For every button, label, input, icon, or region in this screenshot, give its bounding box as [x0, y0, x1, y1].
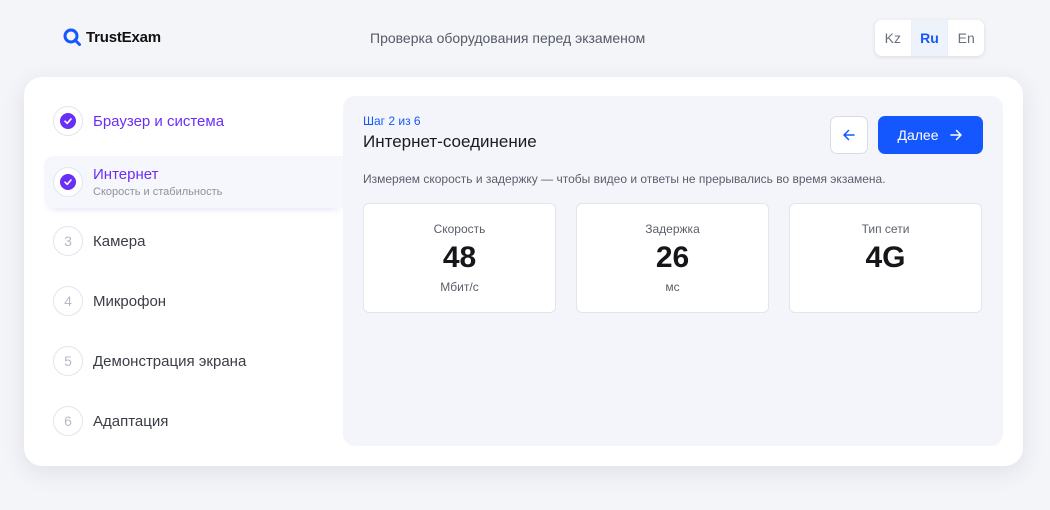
lang-en-button[interactable]: En	[948, 20, 984, 56]
metric-value: 26	[655, 241, 690, 274]
step-label: Адаптация	[93, 412, 169, 430]
check-icon	[60, 174, 76, 190]
logo-text: TrustExam	[86, 28, 161, 46]
step-label: Демонстрация экрана	[93, 352, 247, 370]
content-panel: Шаг 2 из 6 Интернет-соединение Далее Изм…	[343, 96, 1003, 446]
step-label: Микрофон	[93, 292, 167, 310]
step-status-circle	[53, 106, 83, 136]
metric-network-type-card: Тип сети 4G	[789, 203, 982, 313]
step-internet[interactable]: Интернет Скорость и стабильность	[44, 156, 344, 208]
step-label: Камера	[93, 232, 146, 250]
lang-kz-button[interactable]: Kz	[875, 20, 912, 56]
arrow-right-icon	[949, 129, 962, 141]
arrow-left-icon	[843, 129, 855, 141]
metric-unit: мс	[665, 280, 680, 294]
step-label: Интернет	[93, 166, 159, 183]
step-screen-share[interactable]: 5 Демонстрация экрана	[44, 335, 344, 387]
step-number: 3	[53, 226, 83, 256]
language-switcher: Kz Ru En	[875, 20, 984, 56]
step-camera[interactable]: 3 Камера	[44, 215, 344, 267]
step-counter: Шаг 2 из 6	[363, 114, 421, 128]
next-button[interactable]: Далее	[878, 116, 983, 154]
step-label: Браузер и система	[93, 112, 225, 130]
panel-title: Интернет-соединение	[363, 132, 537, 151]
step-number: 5	[53, 346, 83, 376]
step-number: 6	[53, 406, 83, 436]
metric-label: Тип сети	[861, 222, 910, 236]
back-button[interactable]	[830, 116, 868, 154]
logo: TrustExam	[63, 28, 161, 46]
metric-label: Задержка	[645, 222, 700, 236]
step-browser[interactable]: Браузер и система	[44, 95, 344, 147]
step-hint: Скорость и стабильность	[93, 186, 223, 198]
metric-latency-card: Задержка 26 мс	[576, 203, 769, 313]
metric-speed-card: Скорость 48 Мбит/с	[363, 203, 556, 313]
step-status-circle	[53, 167, 83, 197]
page-subtitle: Проверка оборудования перед экзаменом	[370, 30, 646, 46]
metric-label: Скорость	[433, 222, 486, 236]
metric-value: 48	[442, 241, 477, 274]
lang-ru-button[interactable]: Ru	[911, 20, 949, 56]
check-card: Браузер и система Интернет Скорость и ст…	[24, 77, 1023, 466]
next-button-label: Далее	[897, 127, 939, 143]
check-icon	[60, 113, 76, 129]
metric-unit: Мбит/с	[440, 280, 479, 294]
logo-search-icon	[63, 28, 81, 46]
step-adaptation[interactable]: 6 Адаптация	[44, 395, 344, 447]
step-number: 4	[53, 286, 83, 316]
step-microphone[interactable]: 4 Микрофон	[44, 275, 344, 327]
steps-list: Браузер и система Интернет Скорость и ст…	[24, 77, 344, 466]
panel-description: Измеряем скорость и задержку — чтобы вид…	[363, 172, 886, 186]
metric-value: 4G	[865, 241, 906, 274]
